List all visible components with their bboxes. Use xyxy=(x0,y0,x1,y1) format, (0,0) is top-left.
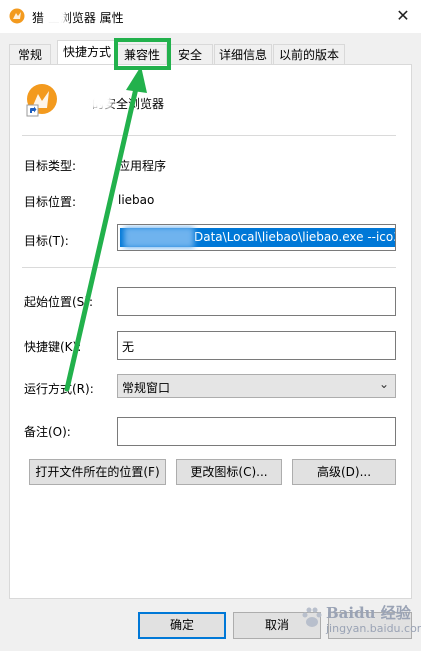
redacted-blur xyxy=(44,6,66,26)
tab-shortcut[interactable]: 快捷方式 xyxy=(57,40,117,65)
separator xyxy=(22,135,396,136)
shortcut-icon xyxy=(26,84,57,117)
ok-button[interactable]: 确定 xyxy=(138,612,226,639)
run-label: 运行方式(R): xyxy=(24,382,94,396)
target-type-value: 应用程序 xyxy=(118,159,167,173)
annotation-highlight xyxy=(114,38,171,70)
close-button[interactable]: ✕ xyxy=(391,4,415,28)
target-location-value: liebao xyxy=(118,193,155,207)
redacted-blur xyxy=(90,89,112,109)
hotkey-input[interactable]: 无 xyxy=(117,331,396,360)
change-icon-button[interactable]: 更改图标(C)... xyxy=(176,459,282,485)
advanced-button[interactable]: 高级(D)... xyxy=(292,459,396,485)
target-location-label: 目标位置: xyxy=(24,195,77,209)
tab-previous-versions[interactable]: 以前的版本 xyxy=(273,44,345,64)
tab-general[interactable]: 常规 xyxy=(9,44,51,64)
watermark: Baidu 经验 jingyan.baidu.com xyxy=(300,600,421,644)
target-input[interactable]: Data\Local\liebao\liebao.exe --ico3 xyxy=(117,224,396,251)
properties-dialog: 猎 全浏览器 属性 ✕ 常规 快捷方式 兼容性 安全 详细信息 以前的版本 的安… xyxy=(0,0,421,651)
comment-input[interactable] xyxy=(117,417,396,446)
paw-icon xyxy=(302,607,322,627)
start-in-label: 起始位置(S): xyxy=(24,295,94,309)
open-file-location-button[interactable]: 打开文件所在的位置(F) xyxy=(29,459,166,485)
chevron-down-icon: ⌄ xyxy=(378,377,389,391)
title-bar: 猎 全浏览器 属性 ✕ xyxy=(0,0,421,33)
separator xyxy=(22,267,396,268)
tab-security[interactable]: 安全 xyxy=(167,44,213,64)
comment-label: 备注(O): xyxy=(24,425,71,439)
hotkey-label: 快捷键(K): xyxy=(24,340,82,354)
redacted-blur xyxy=(124,227,194,248)
target-label: 目标(T): xyxy=(24,234,69,248)
run-select[interactable]: 常规窗口 ⌄ xyxy=(117,374,396,398)
liebao-app-icon xyxy=(9,8,25,24)
tab-details[interactable]: 详细信息 xyxy=(214,44,272,64)
start-in-input[interactable] xyxy=(117,287,396,316)
target-type-label: 目标类型: xyxy=(24,159,77,173)
